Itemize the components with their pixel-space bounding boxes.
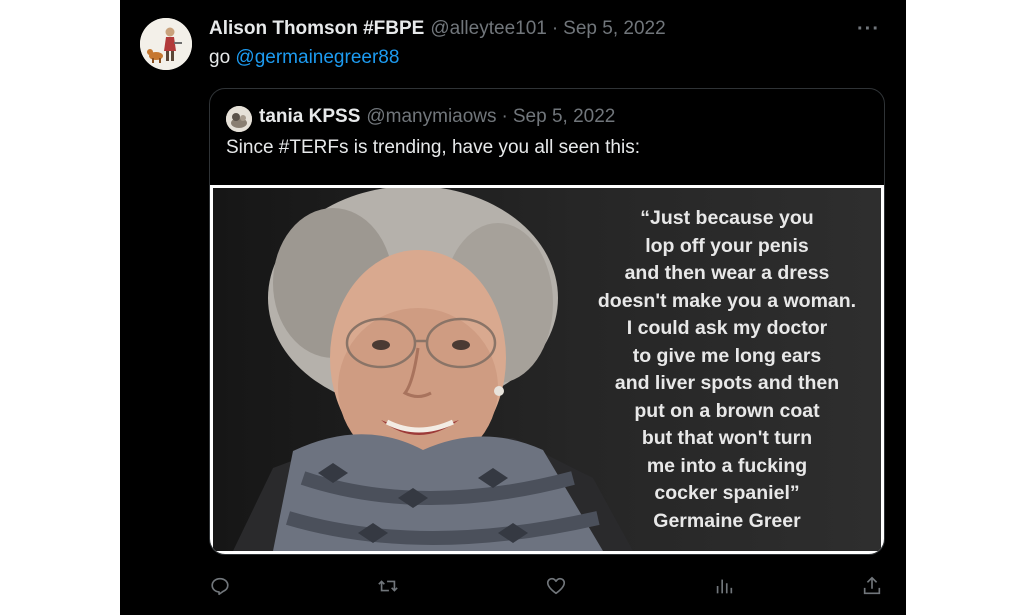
quote-line: “Just because you: [640, 207, 814, 229]
quote-line: me into a fucking: [646, 454, 808, 477]
quoted-author-handle[interactable]: @manymiaows: [366, 106, 496, 128]
like-button[interactable]: [542, 572, 570, 600]
quote-line: and then wear a dress: [624, 262, 830, 284]
tweet-date[interactable]: Sep 5, 2022: [563, 18, 665, 40]
author-handle[interactable]: @alleytee101: [430, 18, 546, 40]
quote-image-panel: “Just because you lop off your penis and…: [213, 188, 881, 551]
quote-line: doesn't make you a woman.: [597, 289, 857, 312]
mention-link[interactable]: @germainegreer88: [235, 47, 399, 68]
more-options-icon[interactable]: ···: [857, 18, 880, 41]
views-icon: [716, 579, 733, 594]
views-button[interactable]: [710, 572, 738, 600]
quoted-author-name[interactable]: tania KPSS: [259, 106, 360, 128]
quote-line: cocker spaniel”: [654, 482, 800, 504]
quote-line: put on a brown coat: [634, 399, 820, 422]
retweet-icon: [378, 580, 398, 592]
avatar[interactable]: [140, 18, 192, 70]
heart-icon: [546, 577, 566, 595]
meta-separator: ·: [551, 18, 559, 39]
quote-line: but that won't turn: [641, 427, 813, 449]
quoted-meta-separator: ·: [501, 106, 508, 127]
quoted-text: Since #TERFs is trending, have you all s…: [226, 137, 640, 158]
quote-line: lop off your penis: [645, 234, 809, 257]
tweet-text: go @germainegreer88: [209, 47, 399, 69]
image-quote-text: “Just because you lop off your penis and…: [569, 205, 881, 535]
quoted-header: tania KPSS @manymiaows · Sep 5, 2022: [259, 106, 615, 128]
quoted-image[interactable]: “Just because you lop off your penis and…: [210, 185, 884, 554]
share-icon: [863, 576, 881, 595]
quoted-date[interactable]: Sep 5, 2022: [513, 106, 615, 128]
action-bar: [206, 572, 886, 600]
reply-button[interactable]: [206, 572, 234, 600]
tweet: Alison Thomson #FBPE @alleytee101 · Sep …: [120, 0, 906, 615]
quoted-tweet[interactable]: tania KPSS @manymiaows · Sep 5, 2022 Sin…: [209, 88, 885, 555]
share-button[interactable]: [858, 572, 886, 600]
tweet-text-prefix: go: [209, 47, 236, 68]
quote-line: I could ask my doctor: [626, 317, 828, 339]
quote-line: to give me long ears: [632, 344, 822, 367]
reply-icon: [211, 577, 229, 596]
quote-attribution: Germaine Greer: [653, 509, 801, 532]
author-name[interactable]: Alison Thomson #FBPE: [209, 18, 424, 40]
retweet-button[interactable]: [374, 572, 402, 600]
quoted-avatar[interactable]: [226, 106, 252, 132]
quote-line: and liver spots and then: [614, 372, 840, 394]
tweet-header: Alison Thomson #FBPE @alleytee101 · Sep …: [209, 18, 666, 42]
